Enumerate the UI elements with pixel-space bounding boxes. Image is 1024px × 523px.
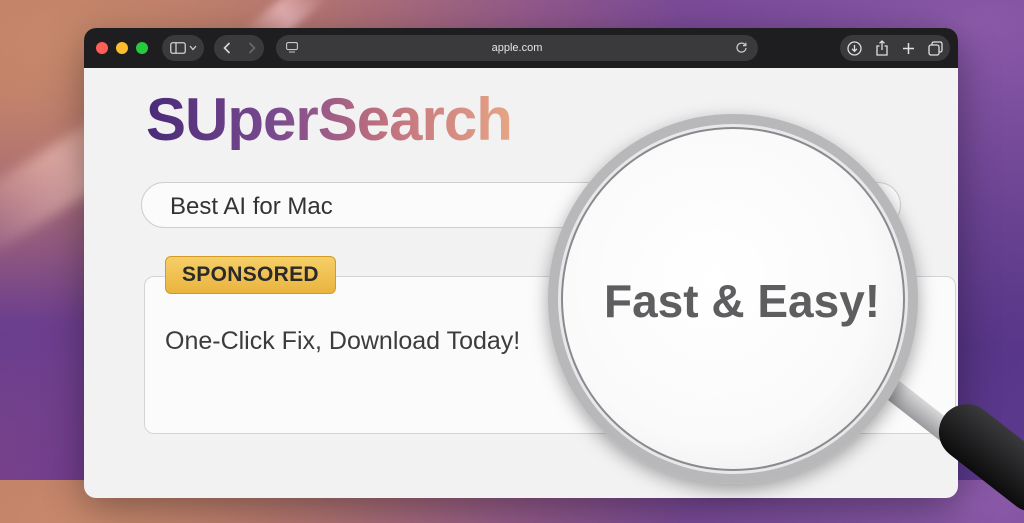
chevron-down-icon [189,45,196,51]
close-window-button[interactable] [96,42,108,54]
sidebar-toggle-button[interactable] [162,35,204,61]
share-icon[interactable] [875,40,889,56]
address-bar[interactable]: apple.com [276,35,758,61]
site-logo[interactable]: SUperSearch [146,90,512,150]
minimize-window-button[interactable] [116,42,128,54]
tabs-icon[interactable] [928,40,944,56]
zoom-window-button[interactable] [136,42,148,54]
forward-button[interactable] [244,40,260,56]
back-icon [222,42,230,54]
sidebar-icon [169,42,186,54]
browser-toolbar: apple.com [84,28,958,68]
ad-text: One-Click Fix, Download Today! [165,327,521,355]
magnified-text: Fast & Easy! [604,275,881,327]
url-text: apple.com [491,42,543,54]
sponsored-badge: SPONSORED [165,256,336,294]
forward-icon [248,42,256,54]
back-button[interactable] [219,40,235,56]
reader-icon[interactable] [286,42,298,53]
reload-icon[interactable] [735,41,748,54]
magnifying-glass-icon: Fast & Easy! [548,114,918,484]
toolbar-actions [840,35,950,61]
plus-icon[interactable] [902,42,915,55]
window-controls [96,42,148,54]
search-query-text: Best AI for Mac [170,193,333,220]
download-icon[interactable] [846,40,862,56]
navigation-buttons [214,35,264,61]
